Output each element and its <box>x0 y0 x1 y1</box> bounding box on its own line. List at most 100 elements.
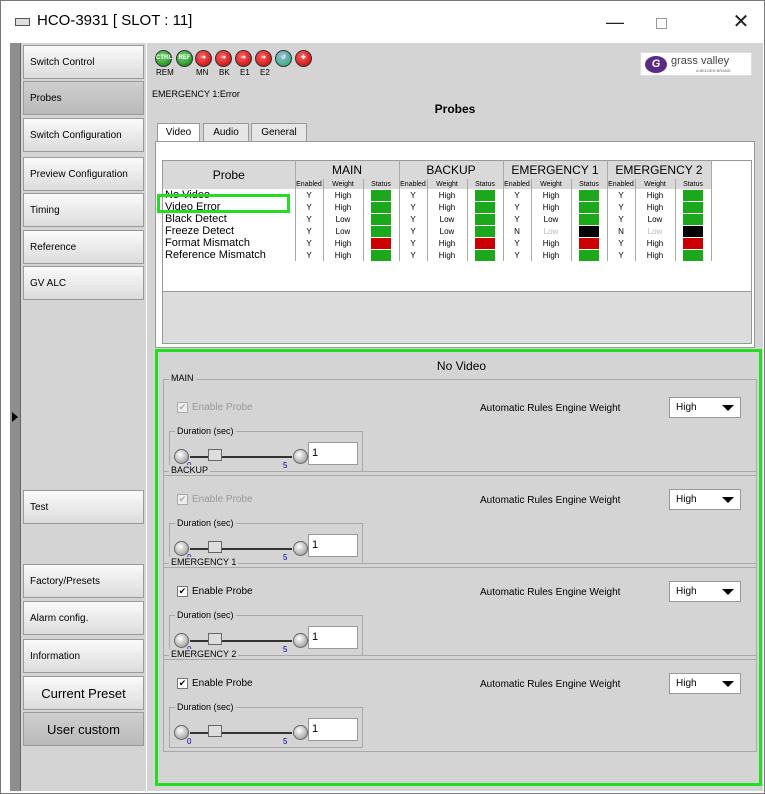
dropdown-arrow-icon[interactable] <box>722 589 734 595</box>
current-preset-button[interactable]: Current Preset <box>23 676 144 710</box>
status-cell <box>571 225 608 237</box>
sidebar-item-factory-presets[interactable]: Factory/Presets <box>23 564 144 598</box>
tab-video[interactable]: Video <box>157 123 200 143</box>
duration-slider[interactable]: 05 <box>174 722 308 746</box>
table-row[interactable]: Freeze Detect Y Low Y Low N Low N Low <box>163 225 712 237</box>
slider-thumb[interactable] <box>208 449 222 461</box>
checkbox-check-icon[interactable]: ✔ <box>177 494 188 505</box>
maximize-button[interactable] <box>641 9 681 35</box>
e2-status-icon[interactable]: ➜ <box>255 50 272 67</box>
dropdown-arrow-icon[interactable] <box>722 681 734 687</box>
slider-thumb[interactable] <box>208 541 222 553</box>
status-indicator <box>683 189 703 201</box>
group-header-backup: BACKUP <box>398 161 504 179</box>
status-cell <box>571 237 608 249</box>
probe-name-cell[interactable]: Reference Mismatch <box>163 249 296 261</box>
page-title: Probes <box>434 102 476 116</box>
enabled-cell: Y <box>398 213 428 225</box>
status-cell <box>675 201 712 213</box>
table-row[interactable]: Format Mismatch Y High Y High Y High Y High <box>163 237 712 249</box>
table-row[interactable]: Black Detect Y Low Y Low Y Low Y Low <box>163 213 712 225</box>
duration-input[interactable]: 1 <box>308 534 358 557</box>
weight-select[interactable]: High <box>669 673 741 694</box>
slider-thumb[interactable] <box>208 633 222 645</box>
sidebar-item-alarm-config[interactable]: Alarm config. <box>23 601 144 635</box>
table-empty-area <box>163 291 751 343</box>
status-message: EMERGENCY 1:Error <box>152 89 240 99</box>
weight-cell: High <box>427 237 468 249</box>
sidebar-item-switch-configuration[interactable]: Switch Configuration <box>23 118 144 152</box>
slider-track[interactable] <box>190 732 292 734</box>
tab-audio[interactable]: Audio <box>203 123 249 142</box>
logo-text: grass valley <box>671 55 730 67</box>
weight-cell: Low <box>323 225 364 237</box>
slider-increment-icon[interactable] <box>293 725 308 740</box>
status-indicator <box>579 237 599 249</box>
sidebar-item-probes[interactable]: Probes <box>23 81 144 115</box>
status-indicator <box>475 249 495 261</box>
sidebar-item-preview-configuration[interactable]: Preview Configuration <box>23 157 144 191</box>
close-button[interactable]: ✕ <box>721 9 761 35</box>
slider-max-label: 5 <box>283 553 288 562</box>
weight-select[interactable]: High <box>669 489 741 510</box>
enable-probe-checkbox[interactable]: ✔ Enable Probe <box>177 678 253 689</box>
enabled-cell: Y <box>606 189 636 201</box>
user-custom-button[interactable]: User custom <box>23 712 144 746</box>
enable-probe-checkbox[interactable]: ✔ Enable Probe <box>177 402 253 413</box>
weight-select[interactable]: High <box>669 397 741 418</box>
tab-general[interactable]: General <box>251 123 307 142</box>
enabled-cell: Y <box>398 225 428 237</box>
enabled-cell: Y <box>606 249 636 261</box>
ctrl-status-icon[interactable]: CTRL <box>155 50 172 67</box>
duration-input[interactable]: 1 <box>308 626 358 649</box>
probe-name-cell[interactable]: Black Detect <box>163 213 296 225</box>
expand-arrow-icon[interactable] <box>12 412 18 422</box>
enabled-cell: Y <box>606 237 636 249</box>
table-row[interactable]: Reference Mismatch Y High Y High Y High Y High <box>163 249 712 261</box>
checkbox-check-icon[interactable]: ✔ <box>177 586 188 597</box>
status-cell <box>467 189 504 201</box>
slider-increment-icon[interactable] <box>293 633 308 648</box>
enable-probe-checkbox[interactable]: ✔ Enable Probe <box>177 586 253 597</box>
collapse-strip[interactable] <box>10 43 21 791</box>
ref-status-icon[interactable]: REF <box>176 50 193 67</box>
sidebar-item-timing[interactable]: Timing <box>23 193 144 227</box>
duration-input[interactable]: 1 <box>308 442 358 465</box>
weight-cell: High <box>635 237 676 249</box>
dropdown-arrow-icon[interactable] <box>722 405 734 411</box>
sidebar-item-information[interactable]: Information <box>23 639 144 673</box>
slider-track[interactable] <box>190 640 292 642</box>
app-icon <box>15 18 30 26</box>
slider-track[interactable] <box>190 456 292 458</box>
duration-input[interactable]: 1 <box>308 718 358 741</box>
slider-thumb[interactable] <box>208 725 222 737</box>
dropdown-arrow-icon[interactable] <box>722 497 734 503</box>
checkbox-check-icon[interactable]: ✔ <box>177 402 188 413</box>
probe-name-cell[interactable]: Freeze Detect <box>163 225 296 237</box>
loop-status-icon[interactable]: ↺ <box>275 50 292 67</box>
bk-status-icon[interactable]: ➜ <box>215 50 232 67</box>
status-indicator <box>579 225 599 237</box>
sidebar-item-reference[interactable]: Reference <box>23 230 144 264</box>
enable-probe-checkbox[interactable]: ✔ Enable Probe <box>177 494 253 505</box>
slider-increment-icon[interactable] <box>293 449 308 464</box>
mn-status-icon[interactable]: ➜ <box>195 50 212 67</box>
alarm-cross-icon[interactable]: ✚ <box>295 50 312 67</box>
sidebar-item-gv-alc[interactable]: GV ALC <box>23 266 144 300</box>
checkbox-check-icon[interactable]: ✔ <box>177 678 188 689</box>
status-indicator <box>475 213 495 225</box>
sidebar-item-test[interactable]: Test <box>23 490 144 524</box>
sidebar-item-switch-control[interactable]: Switch Control <box>23 45 144 79</box>
weight-select[interactable]: High <box>669 581 741 602</box>
slider-track[interactable] <box>190 548 292 550</box>
sub-header-weight: Weight <box>323 179 364 189</box>
e1-status-icon[interactable]: ➜ <box>235 50 252 67</box>
probe-header: Probe <box>163 161 296 189</box>
status-cell <box>571 213 608 225</box>
slider-increment-icon[interactable] <box>293 541 308 556</box>
status-indicator <box>579 249 599 261</box>
probe-name-cell[interactable]: Format Mismatch <box>163 237 296 249</box>
minimize-button[interactable]: — <box>595 9 635 35</box>
duration-label: Duration (sec) <box>175 702 236 712</box>
weight-cell: High <box>531 237 572 249</box>
